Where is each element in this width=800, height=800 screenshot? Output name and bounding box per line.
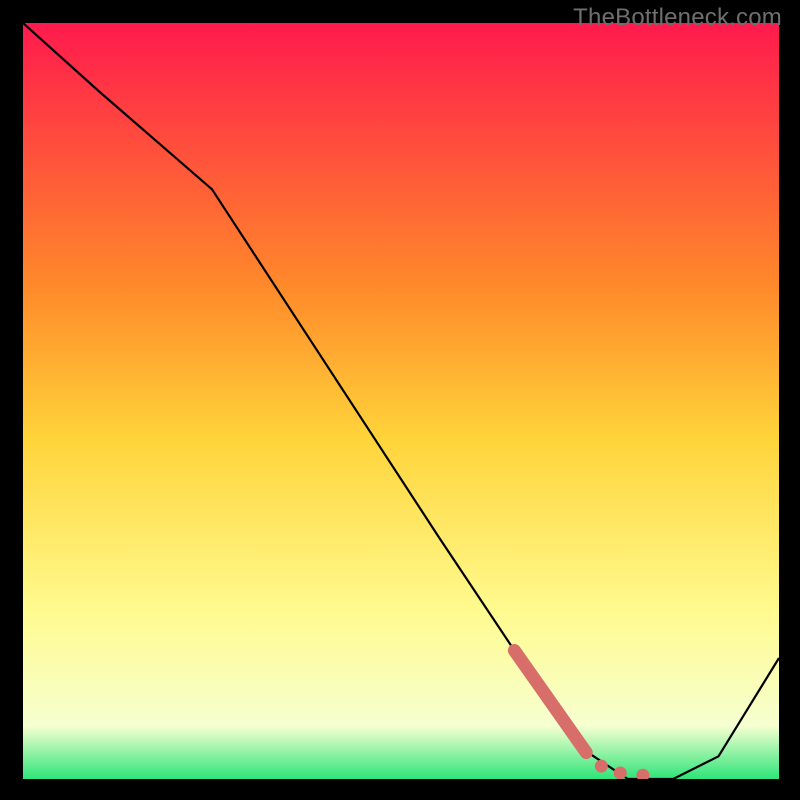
plot-area bbox=[23, 23, 779, 779]
highlight-dot bbox=[614, 766, 627, 779]
gradient-background bbox=[23, 23, 779, 779]
watermark-text: TheBottleneck.com bbox=[573, 4, 782, 32]
chart-svg bbox=[23, 23, 779, 779]
highlight-dot bbox=[595, 760, 608, 773]
chart-frame: TheBottleneck.com bbox=[0, 0, 800, 800]
